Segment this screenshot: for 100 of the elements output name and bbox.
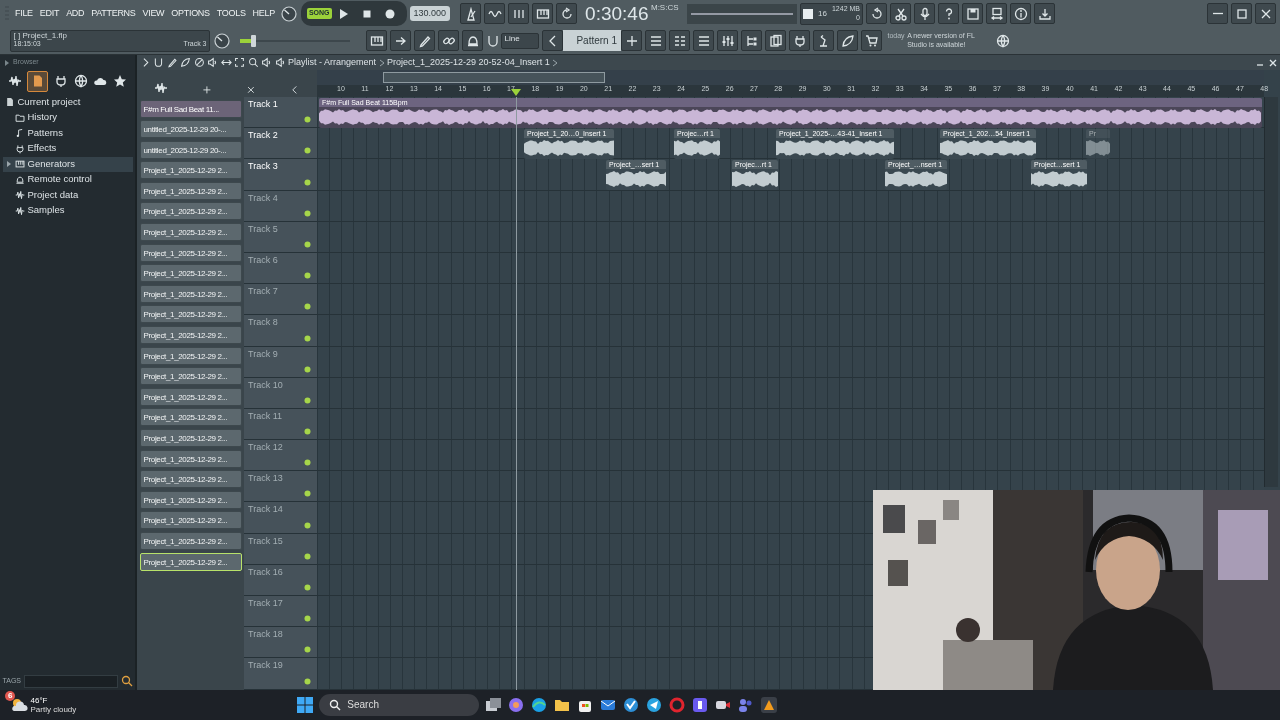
pattern-item[interactable]: Project_1_2025-12-29 2...	[139, 490, 242, 509]
track-header[interactable]: Track 10	[244, 377, 317, 408]
mute-led[interactable]	[304, 334, 311, 342]
pattern-item[interactable]: Project_1_2025-12-29 2...	[139, 429, 242, 447]
tree-item[interactable]: Patterns	[2, 125, 133, 141]
mute-led[interactable]	[304, 116, 311, 124]
mute-led[interactable]	[304, 459, 311, 467]
caret-icon[interactable]	[5, 160, 12, 169]
speaker-icon[interactable]	[207, 57, 218, 68]
playlist-button[interactable]	[390, 30, 411, 51]
pattern-item[interactable]: Project_1_2025-12-29 2...	[139, 470, 242, 489]
playback-icon[interactable]	[261, 57, 272, 68]
tags-field[interactable]	[23, 674, 118, 688]
tree-item[interactable]: Remote control	[2, 172, 133, 188]
mute-led[interactable]	[304, 178, 311, 186]
track-header[interactable]: Track 12	[244, 440, 317, 471]
menu-item[interactable]: ADD	[64, 7, 87, 20]
track-header[interactable]: Track 15	[244, 533, 317, 564]
faders-button[interactable]	[717, 30, 738, 51]
previous-pattern-button[interactable]	[542, 30, 563, 51]
pattern-item[interactable]: Project_1_2025-12-29 2...	[139, 243, 242, 262]
pattern-item[interactable]: Project_1_2025-12-29 2...	[139, 202, 242, 221]
globe-icon[interactable]	[73, 74, 88, 88]
menu-item[interactable]: FILE	[13, 7, 35, 20]
track-header[interactable]: Track 17	[244, 596, 317, 627]
track-header[interactable]: Track 11	[244, 408, 317, 440]
mute-led[interactable]	[304, 677, 311, 685]
tile-icon[interactable]	[691, 696, 710, 714]
star-icon[interactable]	[113, 74, 128, 88]
brush-icon[interactable]	[180, 57, 191, 68]
pattern-item[interactable]: Project_1_2025-12-29 2...	[139, 181, 242, 200]
pattern-item[interactable]: Project_1_2025-12-29 2...	[139, 161, 242, 180]
shop-button[interactable]	[861, 30, 882, 51]
track-header[interactable]: Track 18	[244, 627, 317, 658]
snap-dropdown[interactable]: Line	[501, 32, 539, 49]
plus-icon[interactable]	[202, 84, 212, 95]
stamp-button[interactable]	[462, 30, 483, 51]
menu-item[interactable]: TOOLS	[214, 7, 248, 20]
track-header[interactable]: Track 7	[244, 284, 317, 315]
pitch-knob[interactable]	[213, 31, 231, 50]
download-button[interactable]	[1034, 3, 1056, 24]
tree-item[interactable]: History	[2, 110, 133, 126]
tree-item[interactable]: Current project	[2, 94, 133, 110]
export-button[interactable]	[986, 3, 1008, 24]
pattern-item[interactable]: F#m Full Sad Beat 11...	[139, 99, 242, 118]
arrow-icon[interactable]	[2, 58, 11, 67]
plug-icon[interactable]	[54, 74, 69, 88]
pattern-item[interactable]: untitled_2025-12-29 20-...	[139, 120, 242, 139]
fruit-icon[interactable]	[760, 696, 779, 714]
undo-button[interactable]	[866, 3, 888, 24]
pattern-item[interactable]: Project_1_2025-12-29 2...	[139, 387, 242, 406]
mute-led[interactable]	[304, 240, 311, 248]
channel-rack-button[interactable]	[669, 30, 690, 51]
mixer-button[interactable]	[693, 30, 714, 51]
lamp-button[interactable]	[813, 30, 834, 51]
paper-plane-icon[interactable]	[645, 696, 664, 714]
track-header[interactable]: Track 5	[244, 221, 317, 252]
project-tab[interactable]	[27, 70, 49, 92]
mute-led[interactable]	[304, 428, 311, 436]
volume-knob[interactable]	[279, 4, 298, 23]
mute-tool-icon[interactable]	[193, 57, 205, 68]
piano-roll-button[interactable]	[366, 30, 387, 51]
menu-item[interactable]: VIEW	[140, 7, 167, 20]
mute-led[interactable]	[304, 552, 311, 560]
step-edit-button[interactable]	[532, 3, 554, 24]
close-button[interactable]	[1255, 3, 1276, 24]
check-icon[interactable]	[622, 696, 641, 714]
help-button[interactable]	[938, 3, 960, 24]
speaker-icon[interactable]	[274, 57, 286, 68]
windows-icon[interactable]	[296, 696, 315, 714]
mute-led[interactable]	[304, 615, 311, 623]
track-header[interactable]: Track 8	[244, 315, 317, 346]
leaf-button[interactable]	[837, 30, 858, 51]
windows-stack-icon[interactable]	[484, 696, 503, 714]
pattern-selector[interactable]: Pattern 1	[563, 30, 621, 51]
mute-led[interactable]	[304, 303, 311, 311]
pattern-item[interactable]: Project_1_2025-12-29 2...	[139, 326, 242, 345]
menu-item[interactable]: EDIT	[37, 7, 62, 20]
mute-led[interactable]	[304, 147, 311, 155]
playlist-view-button[interactable]	[645, 30, 666, 51]
pattern-item[interactable]: Project_1_2025-12-29 2...	[139, 531, 242, 550]
minimize-button[interactable]	[1207, 3, 1228, 24]
clone-button[interactable]	[765, 30, 786, 51]
plugin-button[interactable]	[789, 30, 810, 51]
pattern-item[interactable]: Project_1_2025-12-29 2...	[139, 552, 242, 571]
mute-led[interactable]	[304, 521, 311, 529]
pattern-item[interactable]: Project_1_2025-12-29 2...	[139, 408, 242, 427]
pattern-item[interactable]: Project_1_2025-12-29 2...	[139, 264, 242, 283]
pattern-item[interactable]: Project_1_2025-12-29 2...	[139, 511, 242, 530]
pattern-item[interactable]: Project_1_2025-12-29 2...	[139, 305, 242, 324]
tree-item[interactable]: Samples	[2, 203, 133, 219]
menu-item[interactable]: OPTIONS	[169, 7, 212, 20]
search-icon[interactable]	[120, 675, 133, 687]
waveform-icon[interactable]	[154, 80, 168, 95]
overview-scrollbar[interactable]	[383, 72, 605, 83]
metronome-button[interactable]	[460, 3, 482, 24]
waveform-icon[interactable]	[7, 74, 22, 88]
track-header[interactable]: Track 13	[244, 471, 317, 502]
pattern-item[interactable]: Project_1_2025-12-29 2...	[139, 449, 242, 468]
tree-item[interactable]: Generators	[2, 156, 133, 172]
